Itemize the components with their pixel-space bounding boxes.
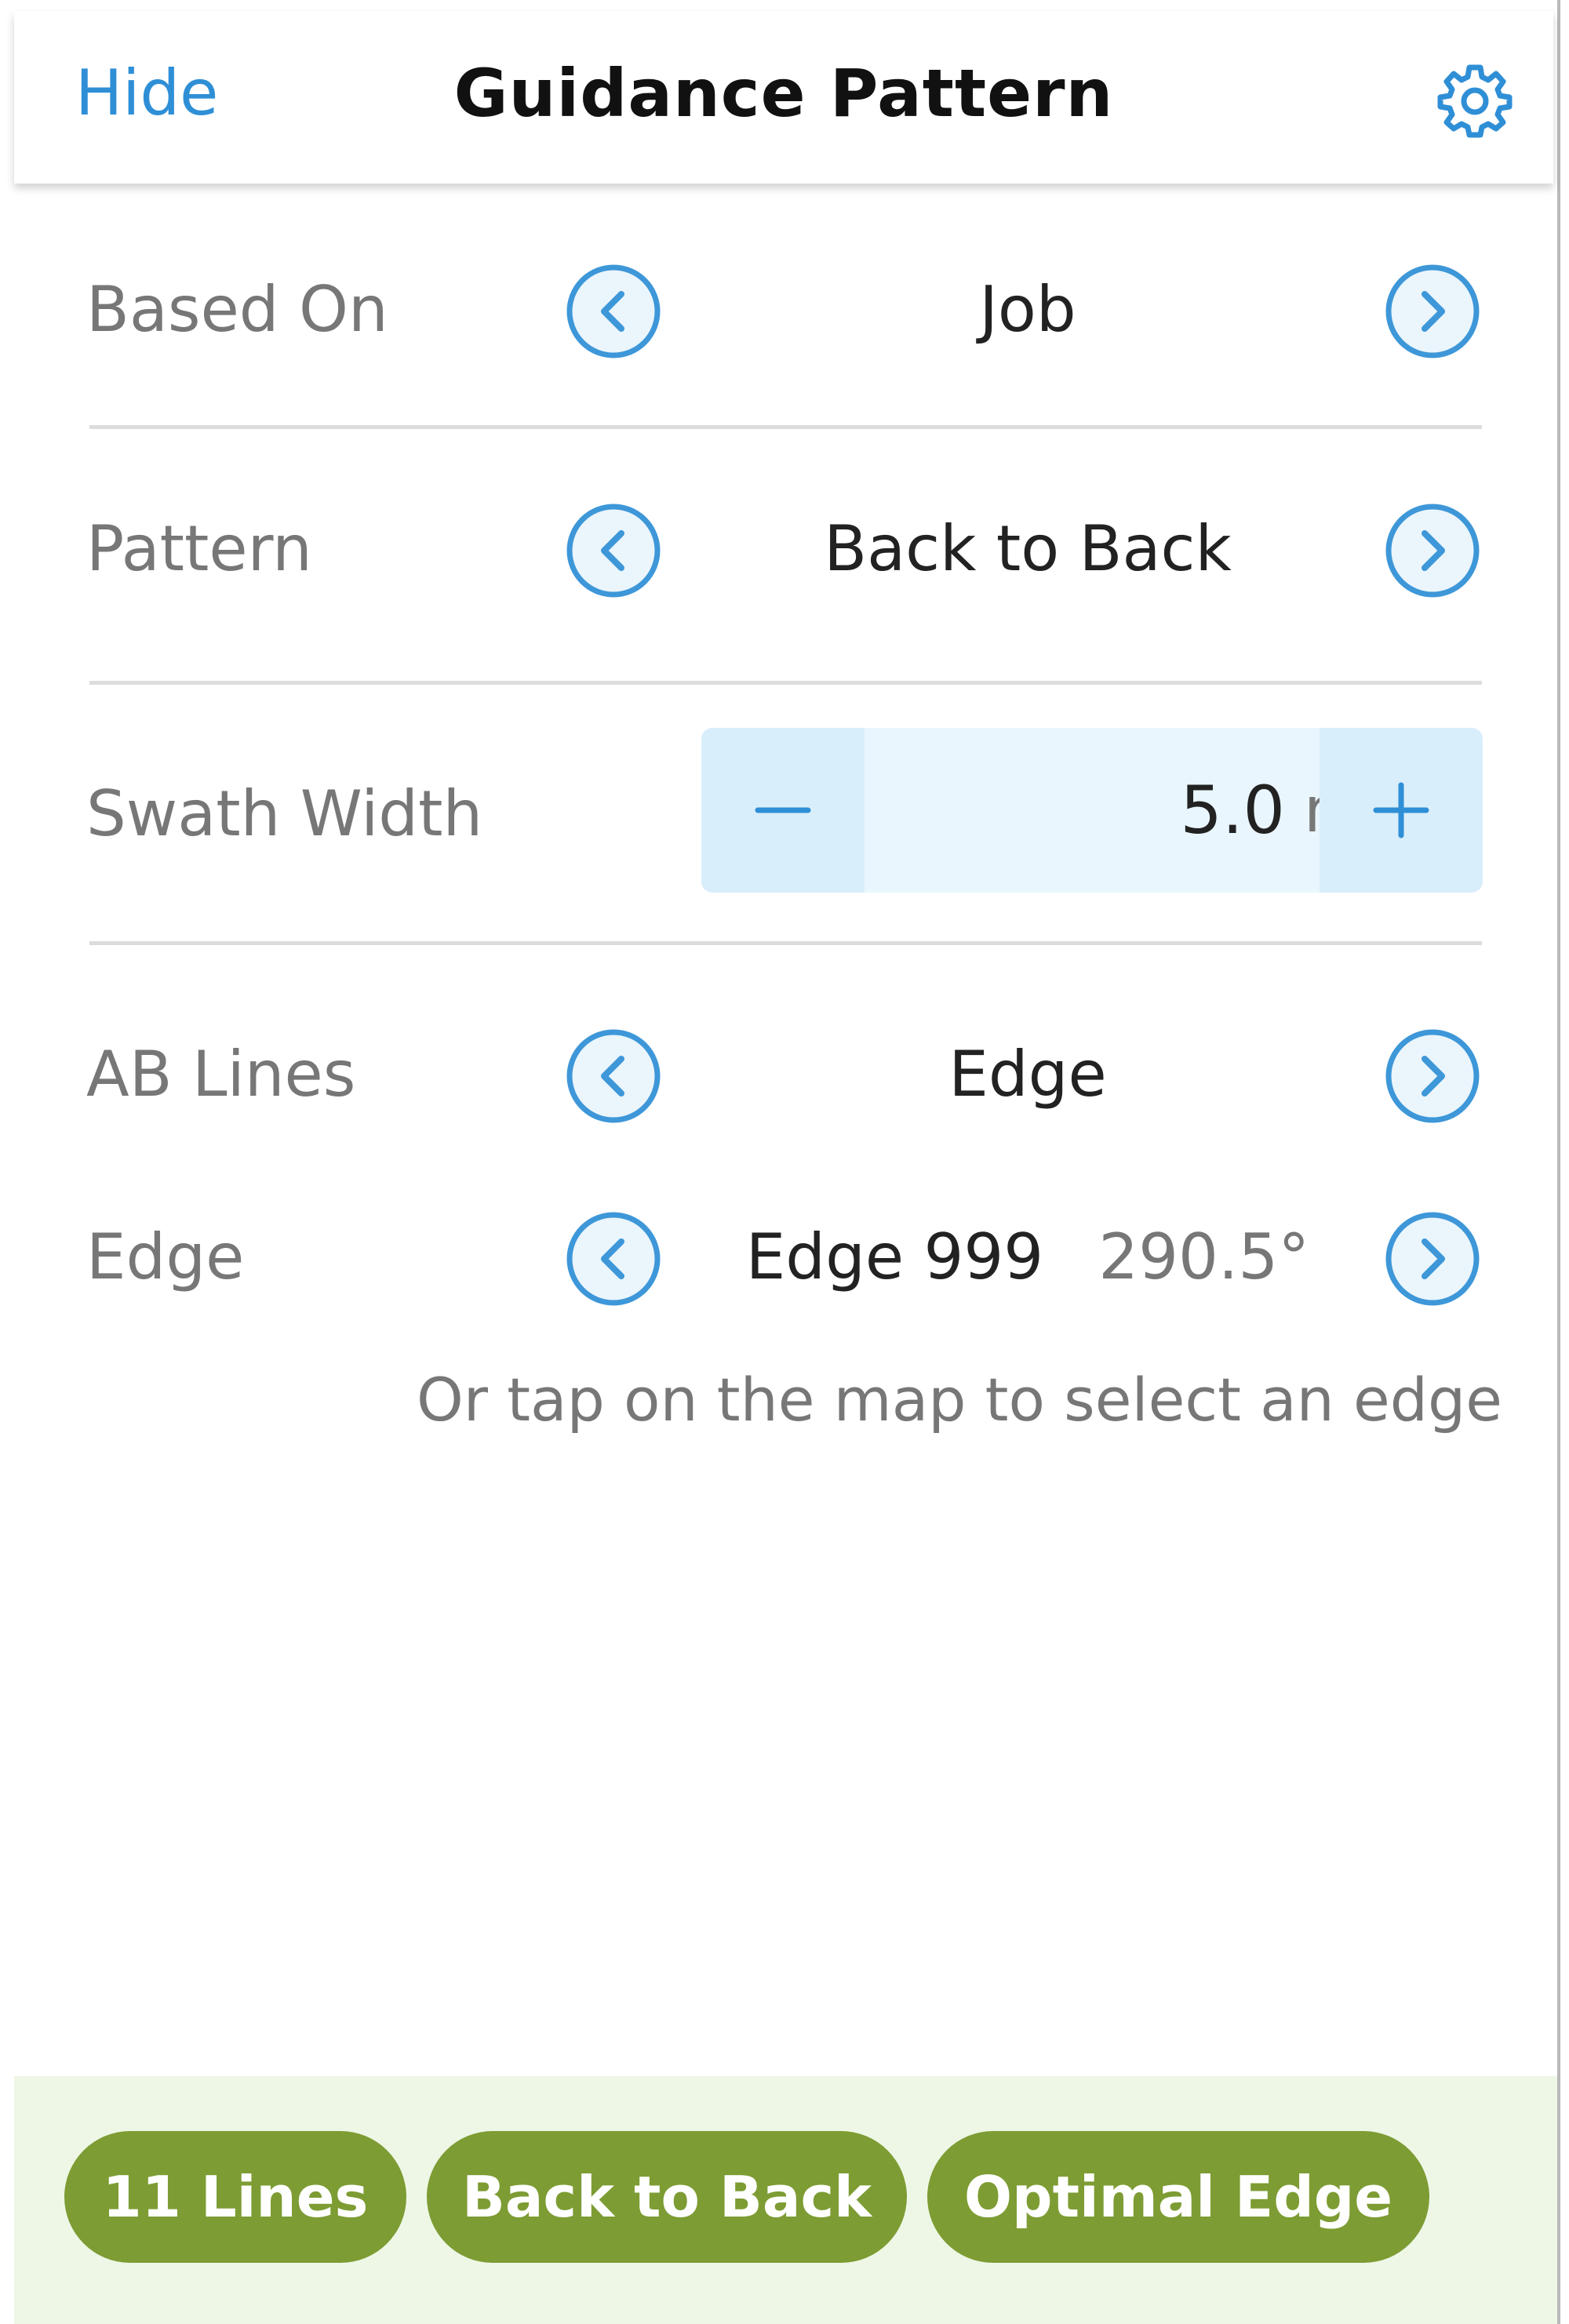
divider bbox=[89, 681, 1482, 685]
chevron-right-icon bbox=[1385, 1212, 1480, 1306]
based-on-value: Job bbox=[979, 273, 1076, 346]
gear-icon[interactable] bbox=[1436, 61, 1514, 140]
header-bar: Hide Guidance Pattern bbox=[14, 11, 1553, 184]
chevron-right-icon bbox=[1385, 1029, 1480, 1123]
pattern-summary-button[interactable]: Back to Back bbox=[427, 2131, 907, 2263]
swath-width-label: Swath Width bbox=[86, 777, 483, 850]
divider bbox=[89, 425, 1482, 429]
chevron-right-icon bbox=[1385, 264, 1480, 358]
chevron-right-icon bbox=[1385, 504, 1480, 598]
based-on-row: Based On Job bbox=[0, 263, 1557, 365]
plus-icon bbox=[1373, 782, 1429, 838]
swath-width-stepper: 5.0 m bbox=[701, 728, 1483, 893]
ab-lines-value: Edge bbox=[948, 1038, 1107, 1111]
ab-lines-label: AB Lines bbox=[86, 1038, 356, 1111]
footer-bar: 11 Lines Back to Back Optimal Edge bbox=[14, 2076, 1557, 2324]
based-on-prev-button[interactable] bbox=[565, 263, 662, 360]
ab-lines-row: AB Lines Edge bbox=[0, 1027, 1557, 1129]
optimal-edge-button[interactable]: Optimal Edge bbox=[927, 2131, 1429, 2263]
pattern-row: Pattern Back to Back bbox=[0, 502, 1557, 604]
edge-label: Edge bbox=[86, 1220, 245, 1293]
swath-width-value[interactable]: 5.0 bbox=[865, 763, 1285, 857]
lines-count-button[interactable]: 11 Lines bbox=[64, 2131, 406, 2263]
chevron-left-icon bbox=[566, 504, 661, 598]
based-on-label: Based On bbox=[86, 273, 388, 346]
edge-angle: 290.5° bbox=[1098, 1220, 1310, 1293]
edge-row: Edge Edge 999 290.5° bbox=[0, 1210, 1557, 1312]
swath-increment-button[interactable] bbox=[1320, 728, 1483, 893]
edge-next-button[interactable] bbox=[1384, 1210, 1481, 1307]
page-title: Guidance Pattern bbox=[453, 55, 1114, 132]
chevron-left-icon bbox=[566, 264, 661, 358]
pattern-next-button[interactable] bbox=[1384, 502, 1481, 599]
ab-lines-next-button[interactable] bbox=[1384, 1027, 1481, 1125]
ab-lines-prev-button[interactable] bbox=[565, 1027, 662, 1125]
minus-icon bbox=[755, 807, 811, 813]
swath-decrement-button[interactable] bbox=[701, 728, 865, 893]
edge-hint-text: Or tap on the map to select an edge bbox=[416, 1365, 1502, 1435]
pattern-prev-button[interactable] bbox=[565, 502, 662, 599]
pattern-label: Pattern bbox=[86, 512, 312, 585]
edge-name: Edge 999 bbox=[745, 1220, 1044, 1293]
divider bbox=[89, 941, 1482, 945]
page-edge bbox=[1557, 0, 1560, 2324]
chevron-left-icon bbox=[566, 1029, 661, 1123]
based-on-next-button[interactable] bbox=[1384, 263, 1481, 360]
chevron-left-icon bbox=[566, 1212, 661, 1306]
pattern-value: Back to Back bbox=[824, 512, 1232, 585]
edge-value: Edge 999 290.5° bbox=[675, 1210, 1381, 1304]
edge-prev-button[interactable] bbox=[565, 1210, 662, 1307]
